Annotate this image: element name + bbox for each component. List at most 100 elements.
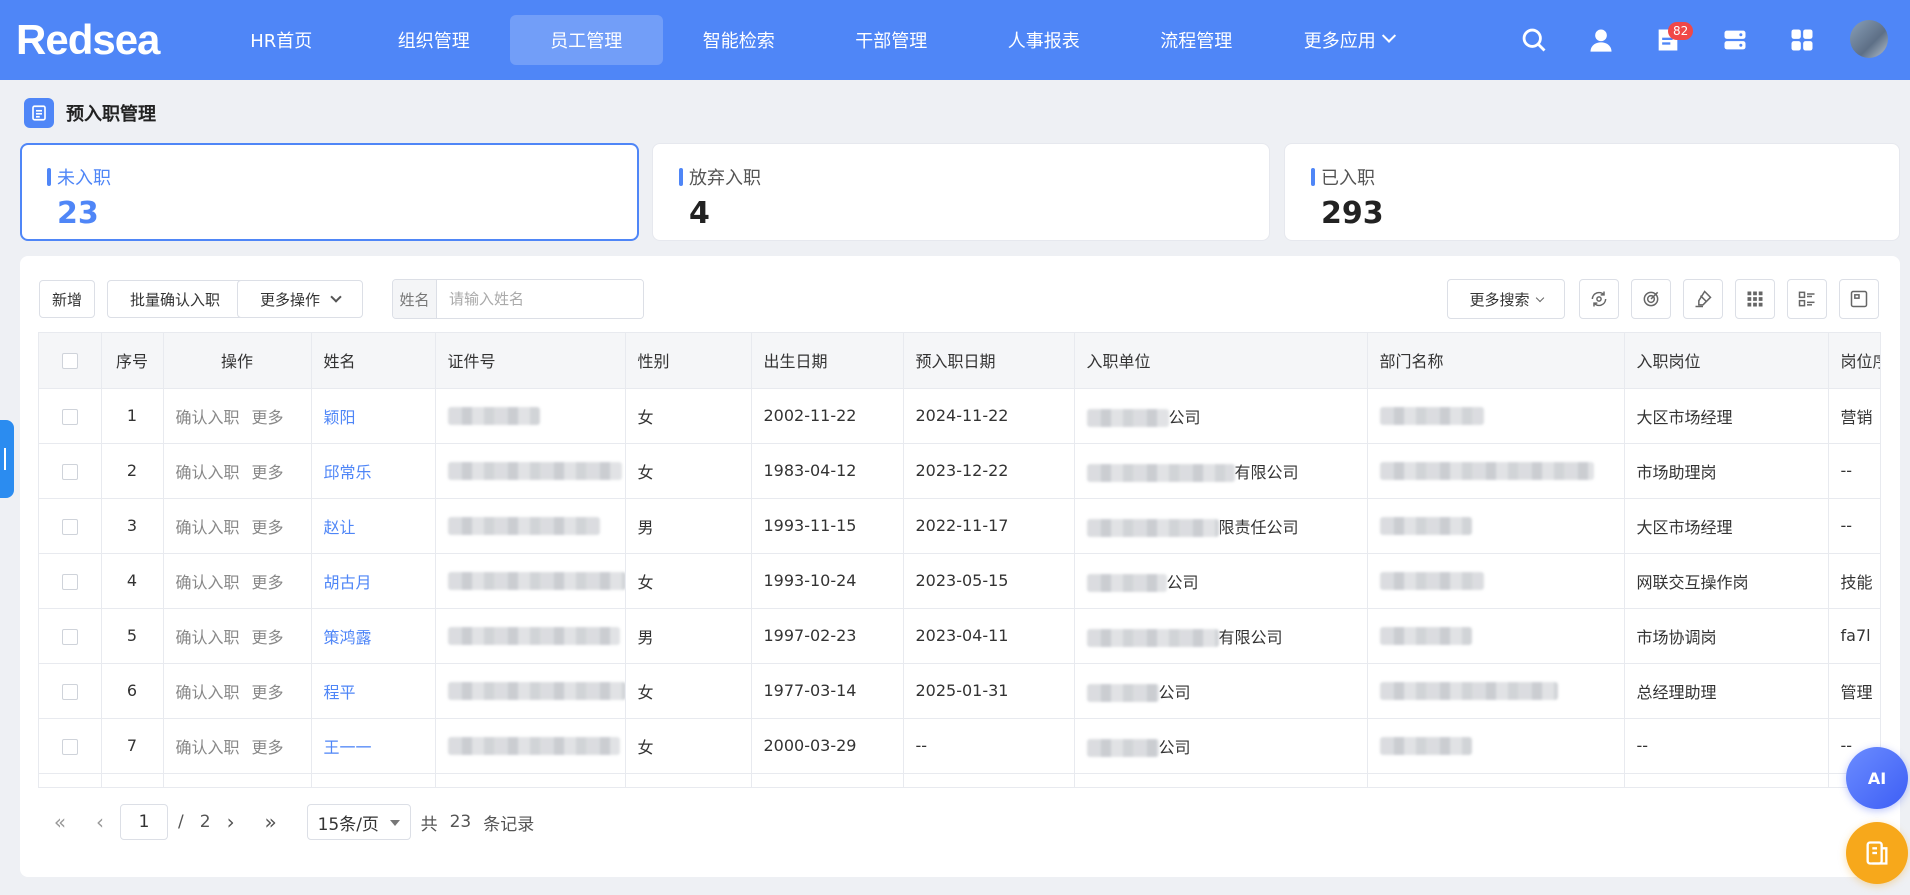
nav-item-hr-home[interactable]: HR首页 [205, 15, 358, 65]
employee-name-link[interactable]: 策鸿露 [324, 628, 372, 647]
side-collapse-tab[interactable] [0, 420, 14, 498]
table-row[interactable]: 6 确认入职 更多 程平 女 1977-03-14 2025-01-31 公司 总… [39, 663, 1880, 719]
more-link[interactable]: 更多 [252, 408, 284, 427]
employee-name-link[interactable]: 赵让 [324, 518, 356, 537]
nav-item-hr-reports[interactable]: 人事报表 [968, 15, 1121, 65]
employee-name-link[interactable]: 胡古月 [324, 573, 372, 592]
user-icon[interactable] [1587, 26, 1615, 54]
gender-cell: 男 [625, 608, 752, 664]
column-header[interactable]: 姓名 [311, 333, 436, 389]
position-cell: 大区市场经理 [1624, 498, 1829, 554]
column-header[interactable]: 证件号 [435, 333, 626, 389]
more-link[interactable]: 更多 [252, 463, 284, 482]
row-checkbox[interactable] [61, 628, 78, 645]
batch-confirm-button[interactable]: 批量确认入职 [107, 280, 243, 318]
prev-page-icon[interactable]: ‹ [80, 810, 120, 834]
redacted-id-number [447, 407, 540, 426]
stat-card-onboarded[interactable]: 已入职 293 [1284, 143, 1900, 241]
search-icon[interactable] [1520, 26, 1548, 54]
more-link[interactable]: 更多 [252, 683, 284, 702]
brand-logo[interactable]: Redsea [16, 18, 160, 62]
employee-name-link[interactable]: 颖阳 [324, 408, 356, 427]
nav-item-label: 员工管理 [550, 31, 623, 52]
ai-assistant-button[interactable]: AI [1846, 747, 1908, 809]
confirm-onboard-link[interactable]: 确认入职 [176, 408, 240, 427]
grid-view-button[interactable] [1735, 279, 1775, 319]
list-settings-icon [1798, 291, 1815, 307]
row-checkbox[interactable] [61, 573, 78, 590]
more-link[interactable]: 更多 [252, 518, 284, 537]
more-search-button[interactable]: 更多搜索 [1447, 279, 1565, 319]
confirm-onboard-link[interactable]: 确认入职 [176, 463, 240, 482]
name-search-input[interactable] [437, 280, 643, 318]
confirm-onboard-link[interactable]: 确认入职 [176, 573, 240, 592]
nav-item-org-management[interactable]: 组织管理 [358, 15, 511, 65]
row-checkbox[interactable] [61, 683, 78, 700]
clear-filter-button[interactable] [1683, 279, 1723, 319]
row-checkbox[interactable] [61, 518, 78, 535]
confirm-onboard-link[interactable]: 确认入职 [176, 628, 240, 647]
more-link[interactable]: 更多 [252, 628, 284, 647]
table-row[interactable]: 7 确认入职 更多 王一一 女 2000-03-29 -- 公司 -- -- [39, 718, 1880, 774]
more-link[interactable]: 更多 [252, 738, 284, 757]
column-header[interactable]: 岗位序 [1828, 333, 1880, 389]
row-checkbox[interactable] [61, 738, 78, 755]
refresh-view-button[interactable] [1579, 279, 1619, 319]
column-header[interactable]: 出生日期 [751, 333, 904, 389]
row-checkbox[interactable] [61, 463, 78, 480]
redacted-id-number [447, 682, 624, 701]
redacted-department [1379, 737, 1472, 756]
next-page-icon[interactable]: › [211, 810, 251, 834]
current-page-input[interactable]: 1 [120, 804, 168, 840]
page-size-select[interactable]: 15条/页 [306, 804, 411, 840]
document-help-button[interactable] [1846, 822, 1908, 884]
employee-name-link[interactable]: 程平 [324, 683, 356, 702]
stat-label: 放弃入职 [679, 164, 1269, 190]
first-page-icon[interactable]: « [40, 810, 80, 834]
column-header[interactable]: 性别 [625, 333, 752, 389]
nav-item-smart-search[interactable]: 智能检索 [663, 15, 816, 65]
apps-icon[interactable] [1788, 26, 1816, 54]
nav-item-process-management[interactable]: 流程管理 [1120, 15, 1273, 65]
entry-date-cell: 2022-11-17 [903, 498, 1075, 554]
nav-item-employee-management[interactable]: 员工管理 [510, 15, 663, 65]
select-all-checkbox[interactable] [61, 353, 78, 370]
table-row[interactable]: 5 确认入职 更多 策鸿露 男 1997-02-23 2023-04-11 有限公… [39, 608, 1880, 664]
confirm-onboard-link[interactable]: 确认入职 [176, 738, 240, 757]
column-header[interactable]: 入职单位 [1074, 333, 1368, 389]
more-operations-dropdown[interactable]: 更多操作 [237, 280, 363, 318]
user-avatar[interactable] [1850, 20, 1888, 58]
unit-suffix: 限责任公司 [1218, 517, 1299, 537]
server-icon[interactable] [1721, 26, 1749, 54]
column-header[interactable]: 入职岗位 [1624, 333, 1829, 389]
table-row[interactable]: 1 确认入职 更多 颖阳 女 2002-11-22 2024-11-22 公司 大… [39, 388, 1880, 444]
stat-card-abandoned[interactable]: 放弃入职 4 [652, 143, 1270, 241]
fullscreen-icon [1850, 290, 1868, 308]
confirm-onboard-link[interactable]: 确认入职 [176, 518, 240, 537]
nav-item-more-apps[interactable]: 更多应用 [1273, 15, 1426, 65]
employee-name-link[interactable]: 邱常乐 [324, 463, 372, 482]
column-header[interactable]: 部门名称 [1367, 333, 1625, 389]
table-row[interactable]: 4 确认入职 更多 胡古月 女 1993-10-24 2023-05-15 公司 … [39, 553, 1880, 609]
stat-card-not-onboarded[interactable]: 未入职 23 [20, 143, 639, 241]
redacted-department [1379, 407, 1484, 426]
employee-name-link[interactable]: 王一一 [324, 738, 372, 757]
birth-date-cell: 2002-11-22 [751, 388, 904, 444]
table-row[interactable]: 3 确认入职 更多 赵让 男 1993-11-15 2022-11-17 限责任公… [39, 498, 1880, 554]
add-button[interactable]: 新增 [39, 280, 95, 318]
fullscreen-button[interactable] [1839, 279, 1879, 319]
message-button[interactable]: 82 [1654, 22, 1694, 54]
row-index: 1 [101, 388, 164, 444]
column-header[interactable]: 预入职日期 [903, 333, 1075, 389]
add-button-label: 新增 [51, 290, 82, 309]
nav-item-cadre-management[interactable]: 干部管理 [815, 15, 968, 65]
last-page-icon[interactable]: » [251, 810, 291, 834]
row-checkbox[interactable] [61, 408, 78, 425]
more-link[interactable]: 更多 [252, 573, 284, 592]
entry-date-cell: 2023-04-11 [903, 608, 1075, 664]
confirm-onboard-link[interactable]: 确认入职 [176, 683, 240, 702]
table-row[interactable]: 2 确认入职 更多 邱常乐 女 1983-04-12 2023-12-22 有限公… [39, 443, 1880, 499]
list-settings-button[interactable] [1787, 279, 1827, 319]
target-button[interactable] [1631, 279, 1671, 319]
more-search-label: 更多搜索 [1469, 290, 1530, 309]
